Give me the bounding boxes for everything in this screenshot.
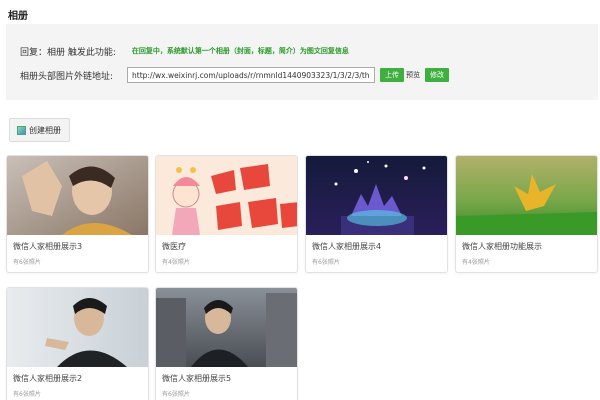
album-card[interactable]: 微信人家相册功能展示 有4张照片 [455,155,598,273]
album-photo-count: 有4张照片 [162,259,190,266]
album-photo-count: 有6张照片 [312,259,340,266]
preview-link[interactable]: 预览 [406,70,420,80]
album-photo-count: 有6张照片 [162,391,190,398]
create-album-button[interactable]: 创建相册 [9,118,70,142]
album-title: 微信人家相册功能展示 [462,242,542,251]
reply-label: 回复：相册 触发此功能: [20,47,116,58]
album-cover-image [156,156,297,235]
album-title: 微信人家相册展示4 [312,242,382,251]
picture-icon [17,125,26,135]
create-album-label: 创建相册 [29,125,61,135]
album-cover-image [306,156,447,235]
album-cover-image [156,288,297,367]
album-photo-count: 有4张照片 [462,259,490,266]
album-title: 微信人家相册展示2 [13,374,83,383]
album-card[interactable]: 微信人家相册展示4 有6张照片 [305,155,448,273]
cover-url-input[interactable] [127,67,376,83]
album-photo-count: 有6张照片 [13,259,41,266]
album-title: 微医疗 [162,242,186,251]
modify-button[interactable]: 修改 [425,68,450,82]
upload-button[interactable]: 上传 [380,68,405,82]
cover-url-row: 相册头部图片外链地址: 上传 预览 修改 [20,67,450,83]
album-card[interactable]: 微医疗 有4张照片 [155,155,298,273]
page-title: 相册 [8,11,28,22]
album-card[interactable]: 微信人家相册展示2 有6张照片 [6,287,149,400]
album-cover-image [456,156,597,235]
album-title: 微信人家相册展示3 [13,242,83,251]
reply-row: 回复：相册 触发此功能: 在回复中，系统默认第一个相册（封面，标题，简介）为图文… [20,43,349,59]
album-cover-image [7,288,148,367]
album-card[interactable]: 微信人家相册展示5 有6张照片 [155,287,298,400]
reply-note: 在回复中，系统默认第一个相册（封面，标题，简介）为图文回复信息 [131,47,349,55]
album-config-panel: 回复：相册 触发此功能: 在回复中，系统默认第一个相册（封面，标题，简介）为图文… [6,24,598,100]
album-cover-image [7,156,148,235]
album-card[interactable]: 微信人家相册展示3 有6张照片 [6,155,149,273]
album-title: 微信人家相册展示5 [162,374,232,383]
cover-url-label: 相册头部图片外链地址: [20,71,114,82]
album-photo-count: 有6张照片 [13,391,41,398]
